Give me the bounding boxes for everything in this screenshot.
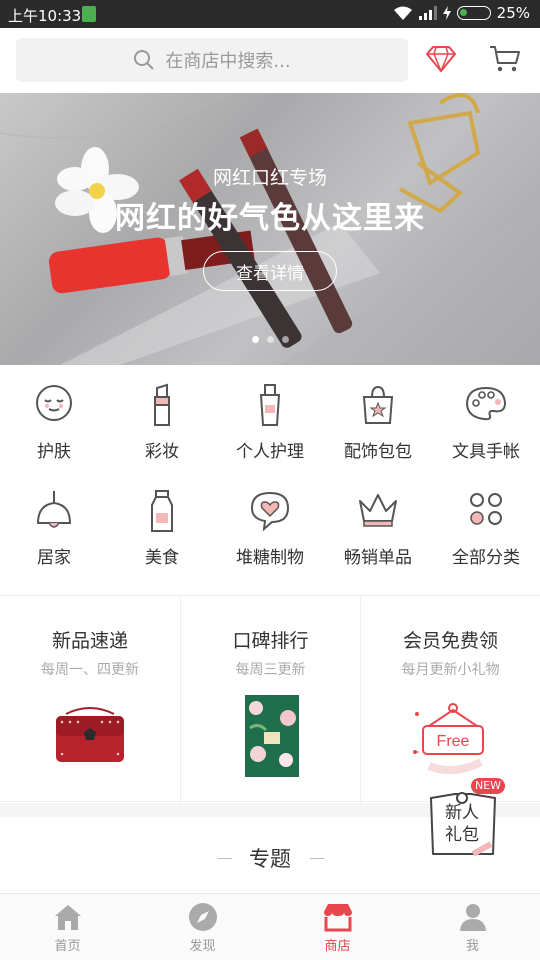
home-icon [54, 905, 81, 930]
category-label: 护肤 [37, 442, 71, 462]
category-stationery[interactable]: 文具手帐 [432, 365, 540, 465]
promo-member-free[interactable]: 会员免费领 每月更新小礼物 Free [360, 596, 540, 803]
lamp-icon [36, 491, 72, 528]
category-label: 畅销单品 [344, 548, 412, 568]
category-all[interactable]: 全部分类 [432, 471, 540, 571]
category-skincare[interactable]: 护肤 [0, 365, 108, 465]
signal-icon [418, 6, 437, 20]
category-label: 配饰包包 [344, 442, 412, 462]
nav-store[interactable]: 商店 [270, 894, 405, 960]
nav-label: 首页 [54, 939, 81, 954]
category-bestsellers[interactable]: 畅销单品 [324, 471, 432, 571]
compass-icon [188, 903, 217, 931]
promo-title: 口碑排行 [232, 630, 309, 652]
battery-percent: 25% [496, 4, 530, 22]
category-accessories[interactable]: 配饰包包 [324, 365, 432, 465]
header: 在商店中搜索... [0, 28, 540, 93]
product-box-image [245, 695, 299, 777]
gift-label-line: 新人 [445, 803, 479, 823]
nav-home[interactable]: 首页 [0, 894, 135, 960]
heart-bubble-icon [250, 491, 290, 531]
free-tag-image: Free [413, 703, 484, 775]
gift-label-line: 礼包 [445, 825, 479, 845]
milk-bottle-icon [151, 490, 173, 532]
status-bar: 上午10:33 25% [0, 0, 540, 28]
cart-icon[interactable] [488, 44, 522, 74]
promo-section: 新品速递 每周一、四更新 口碑排行 每周三更新 会员免费领 每月更新小礼物 Fr… [0, 595, 540, 803]
promo-subtitle: 每周一、四更新 [41, 662, 139, 678]
search-input[interactable]: 在商店中搜索... [16, 38, 408, 82]
store-icon [323, 904, 352, 932]
divider-line [310, 858, 324, 859]
face-icon [36, 385, 72, 421]
promo-ranking[interactable]: 口碑排行 每周三更新 [180, 596, 360, 803]
nav-label: 商店 [324, 939, 351, 954]
free-badge-text: Free [437, 733, 470, 750]
category-duitang-made[interactable]: 堆糖制物 [216, 471, 324, 571]
status-time: 上午10:33 [8, 7, 82, 25]
charging-icon [442, 6, 451, 20]
app-notification-icon [82, 6, 96, 22]
user-icon [459, 904, 486, 931]
category-label: 居家 [37, 548, 71, 568]
red-bag-image [56, 707, 124, 762]
bag-icon [362, 385, 394, 424]
carousel-dot[interactable] [282, 336, 289, 343]
category-makeup[interactable]: 彩妆 [108, 365, 216, 465]
status-indicators: 25% [393, 4, 530, 22]
carousel-dot[interactable] [252, 336, 259, 343]
banner-subtitle: 网红口红专场 [212, 167, 327, 189]
promo-subtitle: 每周三更新 [235, 662, 306, 678]
carousel-dot[interactable] [267, 336, 274, 343]
view-details-button[interactable]: 查看详情 [203, 251, 337, 291]
new-badge: NEW [471, 778, 505, 794]
grid-icon [470, 493, 502, 525]
crown-icon [359, 494, 397, 527]
category-label: 美食 [145, 548, 179, 568]
promo-new-arrivals[interactable]: 新品速递 每周一、四更新 [0, 596, 180, 803]
diamond-icon[interactable] [424, 44, 458, 74]
search-placeholder: 在商店中搜索... [165, 51, 291, 72]
category-label: 个人护理 [236, 442, 304, 462]
category-grid: 护肤 彩妆 个人护理 配饰包包 文具手帐 居家 美食 堆糖制物 畅销单品 全部分… [0, 365, 540, 595]
battery-level [459, 9, 467, 16]
lipstick-icon [154, 383, 170, 426]
battery-icon [456, 6, 491, 20]
category-home[interactable]: 居家 [0, 471, 108, 571]
category-label: 全部分类 [452, 548, 520, 568]
promo-subtitle: 每月更新小礼物 [401, 662, 500, 678]
palette-icon [465, 386, 507, 421]
banner-title: 网红的好气色从这里来 [115, 201, 425, 236]
nav-discover[interactable]: 发现 [135, 894, 270, 960]
nav-label: 我 [465, 939, 479, 954]
gift-label: 新人 礼包 [430, 802, 494, 846]
search-icon [134, 50, 155, 70]
category-food[interactable]: 美食 [108, 471, 216, 571]
lotion-bottle-icon [259, 384, 281, 426]
promo-banner[interactable]: 网红口红专场 网红的好气色从这里来 查看详情 [0, 93, 540, 365]
category-personal-care[interactable]: 个人护理 [216, 365, 324, 465]
carousel-indicator [252, 336, 289, 343]
category-label: 堆糖制物 [236, 548, 304, 568]
nav-label: 发现 [189, 939, 216, 954]
promo-title: 新品速递 [51, 630, 128, 652]
bottom-navigation: 首页 发现 商店 我 [0, 893, 540, 960]
category-label: 文具手帐 [452, 442, 520, 462]
category-label: 彩妆 [145, 442, 179, 462]
nav-me[interactable]: 我 [405, 894, 540, 960]
wifi-icon [393, 6, 412, 20]
promo-title: 会员免费领 [402, 630, 498, 652]
